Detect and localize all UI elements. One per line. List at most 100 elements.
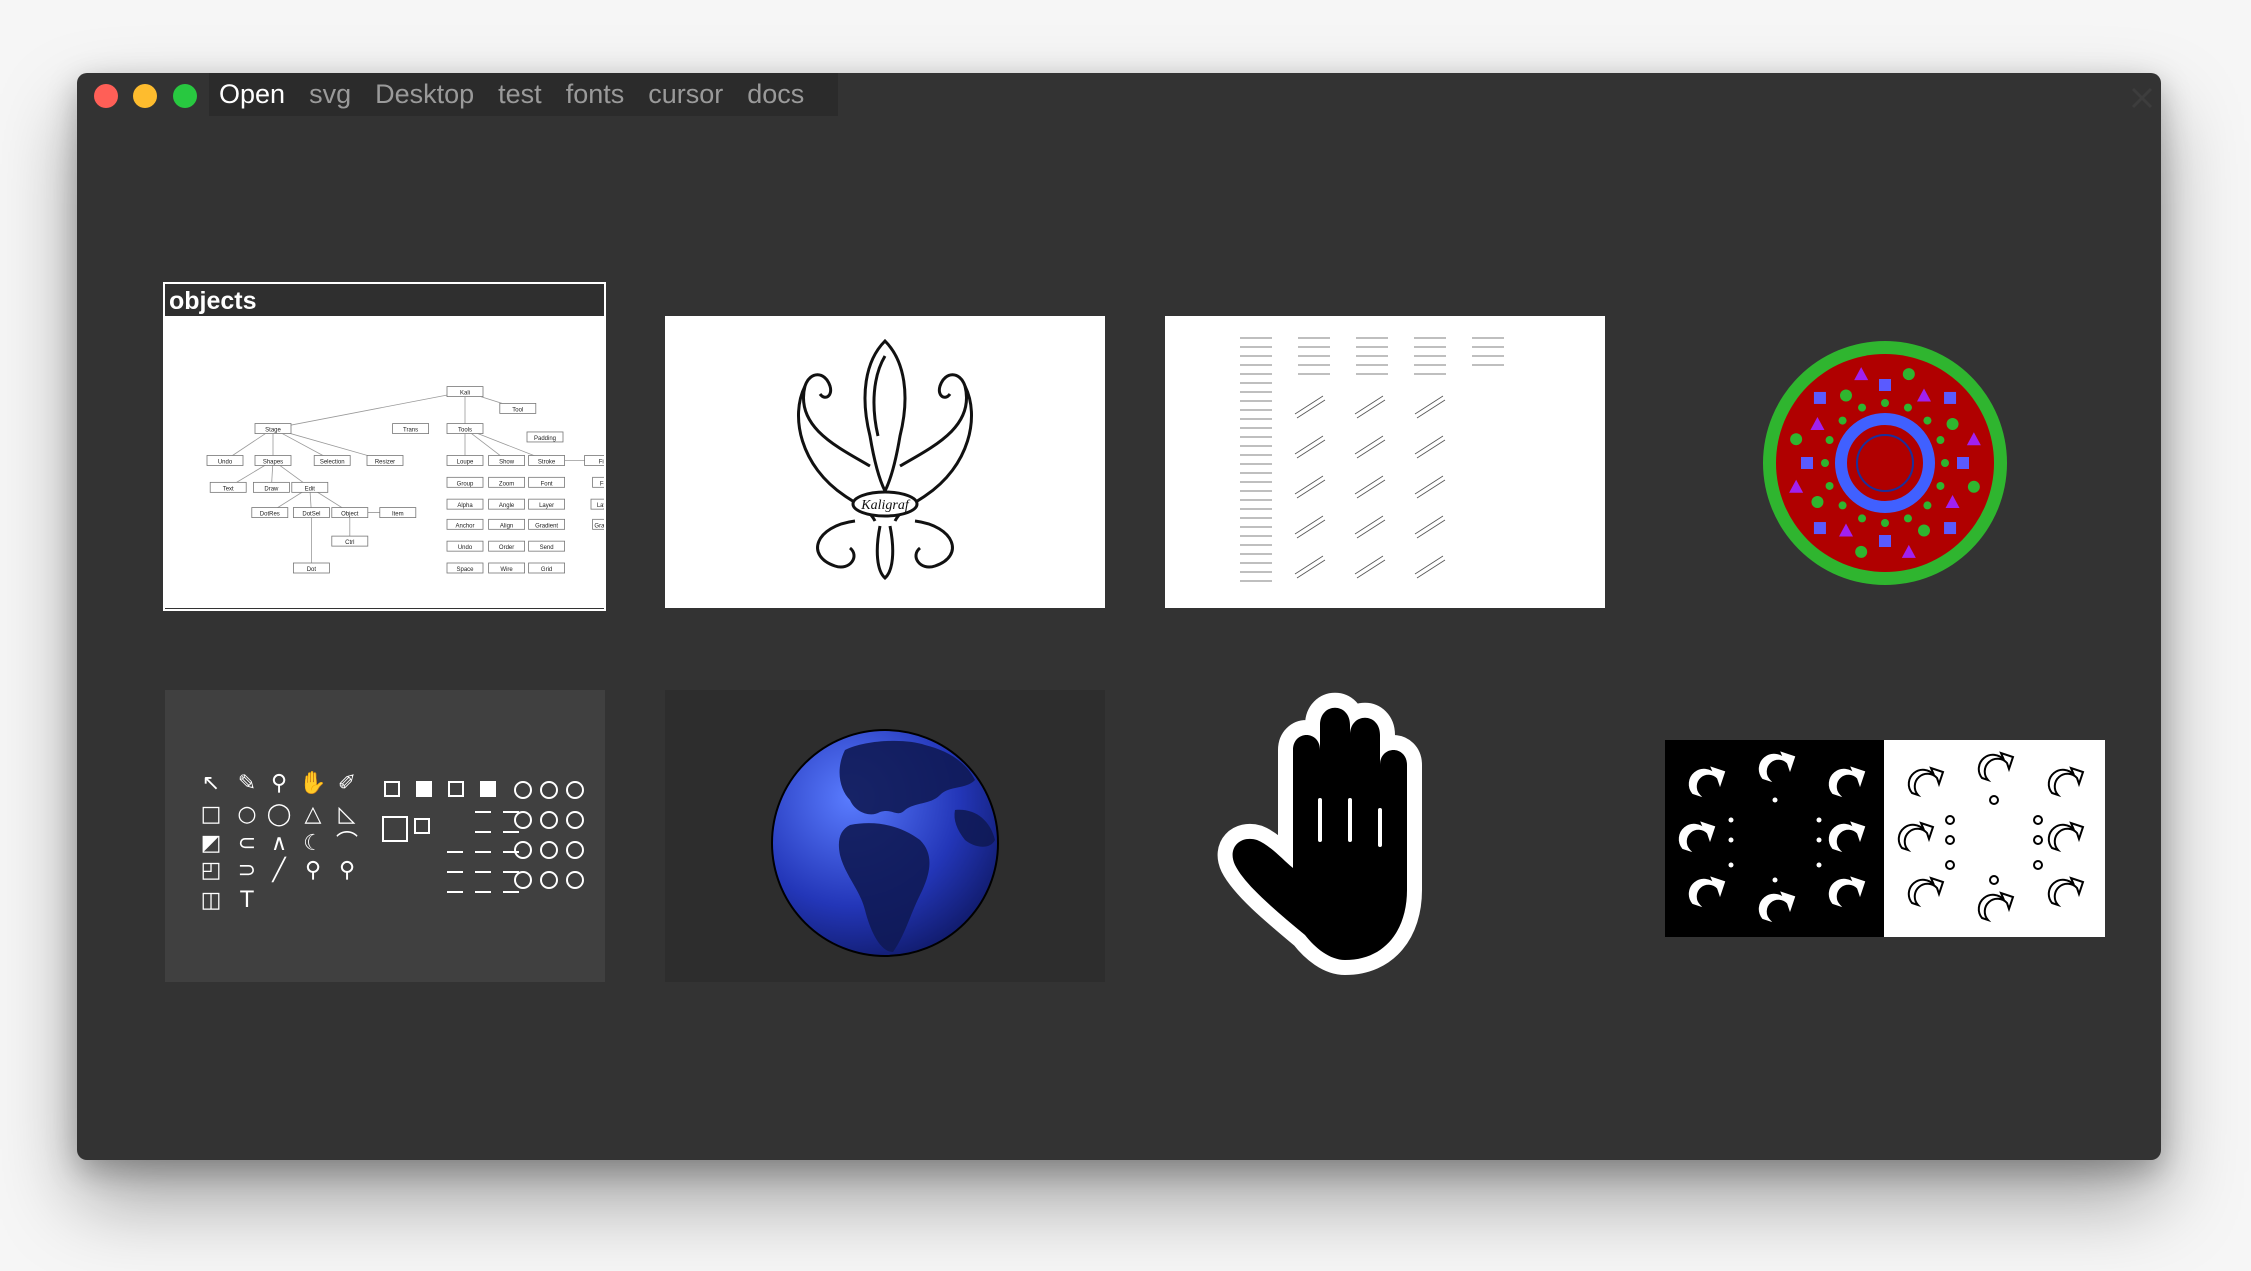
layer-icon [382, 816, 408, 842]
rotate-handle-icon [566, 811, 584, 829]
diagram-node-label: Ctrl [345, 540, 354, 546]
tool-icons-thumbnail: ↖ ✎ ⚲ ✋ ✐ □ ○ ◯ △ ◺ ◩ ⊂ ∧ ☾ ⌒ ◰ ⊃ ╱ ⚲ ⚲ ◫ T [201, 770, 584, 913]
thumbnail-mandala[interactable] [1665, 316, 2105, 608]
diagram-node-label: Group [457, 481, 474, 487]
diagram-thumbnail: Kali Tool Stage Trans Tools Padding Undo Shapes… [206, 386, 605, 574]
diagram-node-label: Space [456, 567, 474, 573]
tool-glyph: ◯ [267, 802, 292, 827]
thumbnail-fonts[interactable] [1165, 316, 1605, 608]
rotate-pivot-ring [1989, 795, 1999, 805]
tab-test[interactable]: test [498, 79, 542, 110]
mandala-shape [1879, 535, 1891, 547]
diagram-node-label: Grid [541, 567, 552, 573]
diagram-node-label: Undo [218, 459, 233, 465]
rotate-pivot-dot [1728, 817, 1734, 823]
diagram-node-label: Stage [265, 428, 281, 434]
mandala-shape [1879, 379, 1891, 391]
mandala-dot [1923, 501, 1932, 510]
maximize-window-button[interactable] [173, 84, 197, 108]
mandala-shape [1813, 522, 1826, 535]
tool-glyph: ✋ [299, 770, 326, 796]
diagram-node-label: Layer [539, 503, 554, 509]
mandala-shape [1946, 418, 1959, 430]
mandala-dot [1881, 399, 1889, 407]
font-sample-lines [1240, 337, 1504, 582]
globe-thumbnail [771, 729, 999, 957]
close-icon[interactable] [2129, 85, 2155, 111]
mandala-shape [1790, 433, 1803, 446]
tab-bar: Open svg Desktop test fonts cursor docs [209, 73, 838, 116]
rotate-handle-icon [514, 781, 532, 799]
diagram-node-label: Gradient [535, 523, 558, 529]
tool-glyph: □ [201, 802, 222, 827]
mandala-shape [1801, 457, 1813, 469]
mandala-core [1856, 434, 1914, 492]
diagram-node-label: Show [499, 459, 515, 465]
rotate-pivot-ring [1989, 875, 1999, 885]
tab-fonts[interactable]: fonts [566, 79, 625, 110]
diagram-node-label: FontList [600, 481, 605, 487]
kaligraf-label: Kaligraf [860, 498, 911, 513]
mandala-dot [1858, 403, 1867, 412]
diagram-node-label: Undo [458, 545, 473, 551]
diagram-node-label: Shapes [263, 459, 283, 465]
tool-glyph: ✎ [238, 771, 256, 796]
rotate-pivot-ring [1945, 835, 1955, 845]
diagram-node-label: Object [341, 512, 359, 518]
tool-glyph: ⊂ [238, 831, 256, 856]
layer-icon [480, 781, 496, 797]
mandala-shape [1967, 480, 1980, 493]
diagram-node-label: Anchor [455, 523, 474, 529]
rotate-handle-icon [540, 811, 558, 829]
rotate-handle-icon [566, 871, 584, 889]
diagram-node-label: Trans [403, 428, 418, 434]
mandala-dot [1881, 519, 1889, 527]
thumbnail-globe[interactable] [665, 690, 1105, 982]
tool-glyph: ✐ [338, 771, 356, 796]
diagram-node-label: Tools [458, 428, 472, 434]
tool-glyph: ⌒ [336, 831, 358, 856]
mandala-dot [1838, 416, 1847, 425]
diagram-node-label: Item [392, 512, 404, 518]
minimize-window-button[interactable] [133, 84, 157, 108]
tool-glyph: ╱ [271, 856, 287, 883]
diagram-node-label: Resizer [375, 459, 395, 465]
tab-desktop[interactable]: Desktop [375, 79, 474, 110]
diagram-node-label: Angle [499, 503, 515, 509]
tab-open[interactable]: Open [219, 79, 285, 110]
tool-glyph: ⚲ [305, 858, 321, 883]
diagram-node-label: Fill [599, 459, 605, 465]
close-window-button[interactable] [94, 84, 118, 108]
mandala-dot [1941, 459, 1949, 467]
thumbnail-kaligraf[interactable]: Kaligraf [665, 316, 1105, 608]
mandala-shape [1855, 545, 1868, 558]
thumbnail-rotate[interactable] [1665, 690, 2105, 982]
tool-glyph: T [239, 888, 254, 913]
rotate-pivot-dot [1816, 837, 1822, 843]
rotate-handle-icon [514, 841, 532, 859]
tool-glyph: ⊃ [238, 858, 256, 883]
tool-glyph: ∧ [271, 831, 287, 856]
tool-glyph: ◫ [201, 888, 222, 913]
rotate-pivot-ring [1945, 815, 1955, 825]
mandala-dot [1903, 514, 1912, 523]
layer-icon [416, 781, 432, 797]
diagram-node-label: Zoom [499, 481, 514, 487]
mandala-dot [1936, 481, 1945, 490]
tool-glyph: ○ [237, 802, 256, 827]
diagram-node-label: Dot [307, 567, 317, 573]
thumbnail-tools[interactable]: ↖ ✎ ⚲ ✋ ✐ □ ○ ◯ △ ◺ ◩ ⊂ ∧ ☾ ⌒ ◰ ⊃ ╱ ⚲ ⚲ ◫ T [165, 690, 605, 982]
tab-svg[interactable]: svg [309, 79, 351, 110]
tool-glyph: ◺ [339, 802, 356, 827]
diagram-node-label: Padding [534, 436, 556, 442]
tab-cursor[interactable]: cursor [648, 79, 723, 110]
rotate-pivot-dot [1816, 817, 1822, 823]
tool-glyph: ↖ [202, 771, 220, 796]
mandala-shape [1957, 457, 1969, 469]
thumbnail-hand[interactable] [1165, 690, 1605, 982]
mandala-shape [1811, 496, 1824, 508]
app-window: Open svg Desktop test fonts cursor docs … [77, 73, 2161, 1160]
tab-docs[interactable]: docs [747, 79, 804, 110]
thumbnail-objects[interactable]: Kali Tool Stage Trans Tools Padding Undo Shapes… [165, 316, 605, 608]
mandala-shape [1840, 389, 1852, 402]
